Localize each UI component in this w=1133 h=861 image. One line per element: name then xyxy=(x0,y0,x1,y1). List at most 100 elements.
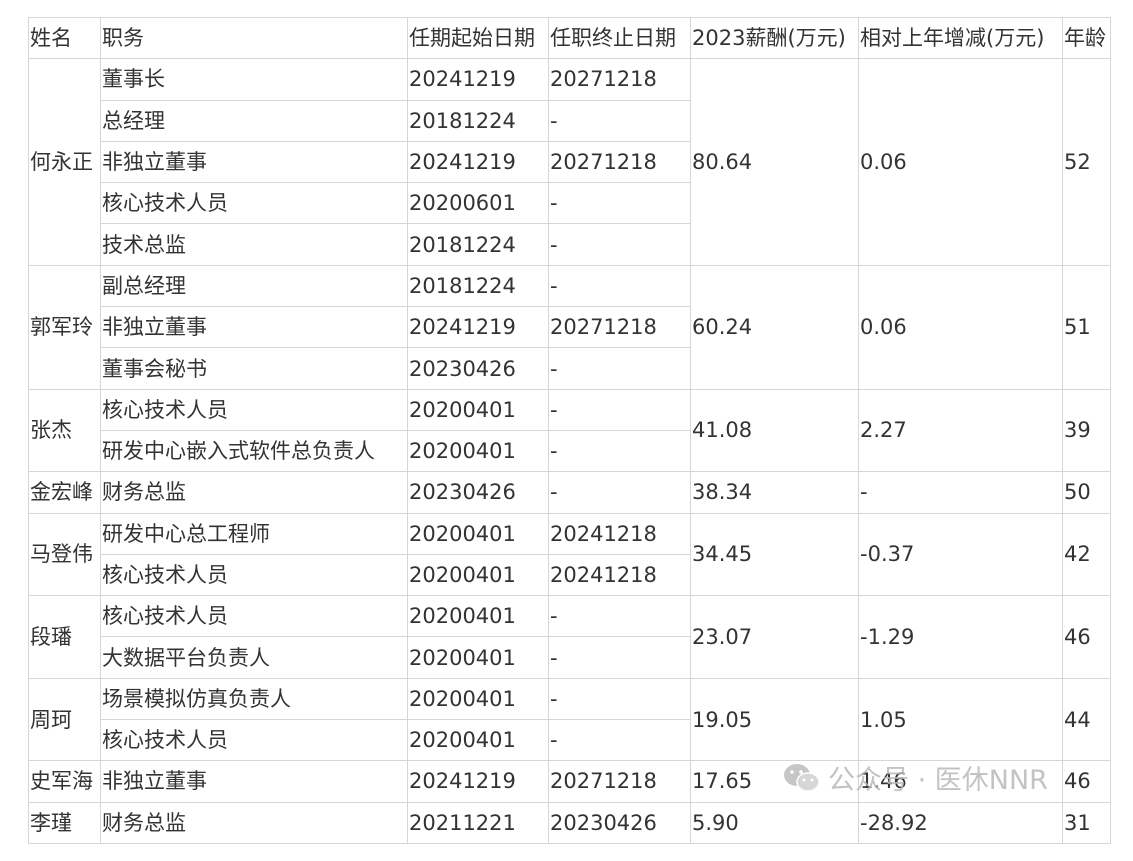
role-title: 核心技术人员 xyxy=(100,719,408,762)
header-salary: 2023薪酬(万元) xyxy=(690,16,859,60)
header-position: 职务 xyxy=(100,16,408,60)
person-age: 31 xyxy=(1062,801,1111,844)
table-row: 张杰 核心技术人员 20200401-41.08 2.27 39 xyxy=(28,388,1111,473)
watermark: 公众号 · 医休NNR xyxy=(782,758,1048,797)
header-row: 姓名 职务 任期起始日期 任职终止日期 2023薪酬(万元) 相对上年增减(万元… xyxy=(28,16,1111,60)
watermark-text: 公众号 · 医休NNR xyxy=(828,765,1048,796)
person-age: 39 xyxy=(1062,388,1111,473)
person-name: 史军海 xyxy=(28,760,101,803)
salary-2023: 60.24 xyxy=(690,264,859,390)
role-title: 核心技术人员 xyxy=(100,553,408,597)
salary-2023: 5.90 xyxy=(690,801,859,844)
role-start-date: 20200401 xyxy=(407,719,549,762)
header-end-date: 任职终止日期 xyxy=(548,16,691,60)
role-end-date: 20271218 xyxy=(548,760,691,803)
role-end-date: 20241218 xyxy=(548,512,691,555)
person-age: 42 xyxy=(1062,512,1111,597)
role-end-date: - xyxy=(548,99,691,142)
person-age: 44 xyxy=(1062,677,1111,762)
role-start-date: 20230426 xyxy=(407,347,549,390)
executive-table: 姓名 职务 任期起始日期 任职终止日期 2023薪酬(万元) 相对上年增减(万元… xyxy=(28,16,1111,844)
person-age: 52 xyxy=(1062,58,1111,266)
role-start-date: 20200401 xyxy=(407,595,549,638)
table-row: 郭军玲 副总经理 20181224-60.24 0.06 51 xyxy=(28,264,1111,390)
salary-change: -1.29 xyxy=(858,595,1063,679)
salary-2023: 23.07 xyxy=(690,595,859,679)
role-start-date: 20230426 xyxy=(407,471,549,514)
role-start-date: 20241219 xyxy=(407,140,549,184)
salary-change: - xyxy=(858,471,1063,514)
person-name: 金宏峰 xyxy=(28,471,101,514)
salary-change: 1.05 xyxy=(858,677,1063,762)
person-age: 46 xyxy=(1062,760,1111,803)
role-title: 董事长 xyxy=(100,58,408,101)
role-end-date: 20271218 xyxy=(548,58,691,101)
person-age: 46 xyxy=(1062,595,1111,679)
role-title: 研发中心总工程师 xyxy=(100,512,408,555)
role-start-date: 20181224 xyxy=(407,99,549,142)
person-name: 何永正 xyxy=(28,58,101,266)
role-title: 财务总监 xyxy=(100,471,408,514)
role-start-date: 20241219 xyxy=(407,760,549,803)
table-row: 段璠 核心技术人员 20200401-23.07 -1.29 46 xyxy=(28,595,1111,679)
role-title: 场景模拟仿真负责人 xyxy=(100,677,408,721)
salary-change: 0.06 xyxy=(858,58,1063,266)
header-name: 姓名 xyxy=(28,16,101,60)
role-end-date: - xyxy=(548,429,691,473)
table-row: 何永正 董事长 20241219 20271218 80.64 0.06 52 xyxy=(28,58,1111,266)
header-start-date: 任期起始日期 xyxy=(407,16,549,60)
salary-change: 0.06 xyxy=(858,264,1063,390)
role-end-date: 20230426 xyxy=(548,801,691,844)
role-title: 副总经理 xyxy=(100,264,408,308)
header-age: 年龄 xyxy=(1062,16,1111,60)
role-start-date: 20200401 xyxy=(407,429,549,473)
header-change: 相对上年增减(万元) xyxy=(858,16,1063,60)
role-end-date: - xyxy=(548,388,691,431)
role-end-date: - xyxy=(548,471,691,514)
role-end-date: 20241218 xyxy=(548,553,691,597)
role-start-date: 20200401 xyxy=(407,388,549,431)
table-row: 周珂 场景模拟仿真负责人 20200401-19.05 1.05 44 xyxy=(28,677,1111,762)
role-end-date: - xyxy=(548,182,691,225)
role-end-date: 20271218 xyxy=(548,140,691,184)
role-title: 大数据平台负责人 xyxy=(100,636,408,679)
role-title: 董事会秘书 xyxy=(100,347,408,390)
role-end-date: - xyxy=(548,677,691,721)
role-title: 核心技术人员 xyxy=(100,388,408,431)
salary-change: -28.92 xyxy=(858,801,1063,844)
person-age: 51 xyxy=(1062,264,1111,390)
role-title: 总经理 xyxy=(100,99,408,142)
role-start-date: 20200601 xyxy=(407,182,549,225)
role-start-date: 20181224 xyxy=(407,264,549,308)
person-name: 周珂 xyxy=(28,677,101,762)
role-title: 非独立董事 xyxy=(100,760,408,803)
wechat-icon xyxy=(784,763,820,792)
person-name: 李瑾 xyxy=(28,801,101,844)
salary-change: 2.27 xyxy=(858,388,1063,473)
role-title: 财务总监 xyxy=(100,801,408,844)
salary-2023: 38.34 xyxy=(690,471,859,514)
person-name: 马登伟 xyxy=(28,512,101,597)
role-title: 非独立董事 xyxy=(100,306,408,349)
table-row: 李瑾 财务总监 20211221 20230426 5.90 -28.92 31 xyxy=(28,801,1111,844)
role-start-date: 20200401 xyxy=(407,636,549,679)
role-start-date: 20211221 xyxy=(407,801,549,844)
salary-2023: 34.45 xyxy=(690,512,859,597)
role-end-date: 20271218 xyxy=(548,306,691,349)
table-row: 马登伟 研发中心总工程师 20200401 20241218 34.45 -0.37 42 xyxy=(28,512,1111,597)
role-start-date: 20241219 xyxy=(407,306,549,349)
role-end-date: - xyxy=(548,595,691,638)
role-title: 研发中心嵌入式软件总负责人 xyxy=(100,429,408,473)
salary-2023: 80.64 xyxy=(690,58,859,266)
role-end-date: - xyxy=(548,636,691,679)
role-end-date: - xyxy=(548,719,691,762)
role-start-date: 20200401 xyxy=(407,512,549,555)
role-end-date: - xyxy=(548,264,691,308)
person-name: 张杰 xyxy=(28,388,101,473)
person-name: 郭军玲 xyxy=(28,264,101,390)
role-end-date: - xyxy=(548,223,691,266)
role-start-date: 20200401 xyxy=(407,677,549,721)
person-age: 50 xyxy=(1062,471,1111,514)
table-body: 何永正 董事长 20241219 20271218 80.64 0.06 52 总经理 2018… xyxy=(28,58,1111,844)
salary-2023: 41.08 xyxy=(690,388,859,473)
